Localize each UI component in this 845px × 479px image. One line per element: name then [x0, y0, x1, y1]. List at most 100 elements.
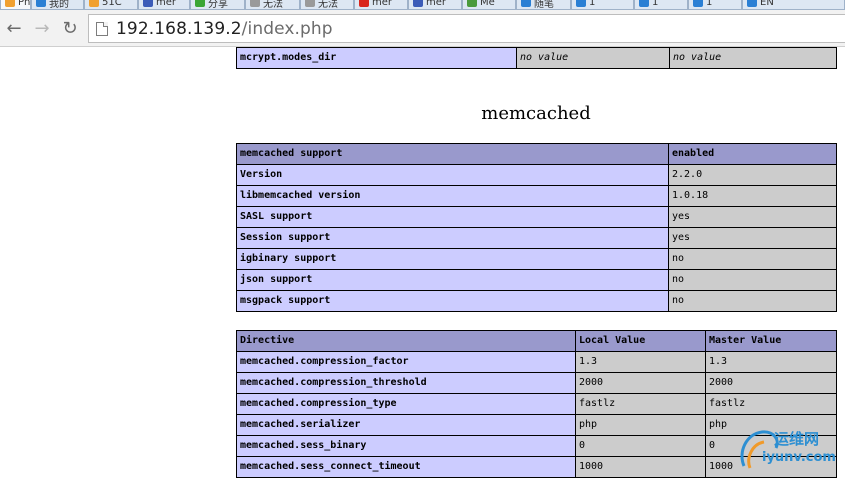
setting-value: no: [668, 269, 837, 291]
tab-label: 无法: [318, 0, 338, 10]
browser-tab[interactable]: EN: [742, 0, 845, 10]
browser-tab[interactable]: 分享: [190, 0, 245, 10]
browser-tab[interactable]: 无法: [245, 0, 300, 10]
tab-label: 随笔: [534, 0, 554, 10]
url-text[interactable]: 192.168.139.2/index.php: [116, 19, 333, 39]
tab-label: mer: [372, 0, 393, 8]
address-bar[interactable]: 192.168.139.2/index.php: [88, 14, 845, 43]
local-value: 0: [575, 435, 706, 457]
browser-tab[interactable]: mer: [354, 0, 408, 10]
page-content: mcrypt.modes_dir no value no value memca…: [0, 47, 845, 478]
tab-favicon-icon: [747, 0, 757, 7]
watermark-logo: 运维网 iyunv.com: [736, 426, 845, 475]
tab-label: 1: [589, 0, 596, 8]
setting-value: yes: [668, 206, 837, 228]
browser-tab[interactable]: mer: [138, 0, 190, 10]
tab-favicon-icon: [639, 0, 649, 7]
tab-favicon-icon: [195, 0, 205, 7]
reload-button[interactable]: ↻: [58, 16, 82, 40]
browser-tab[interactable]: 1: [634, 0, 688, 10]
section-title: memcached: [481, 103, 591, 124]
tab-strip: Ph× 我的 51C mer 分享 无法 无法 mer mer Me 随笔 1 1 1 EN: [0, 0, 845, 10]
memcached-support-table: memcached support enabled Version 2.2.0 libm…: [236, 143, 837, 312]
tab-label: 分享: [208, 0, 228, 10]
forward-arrow-icon: →: [34, 17, 50, 39]
setting-name: Session support: [236, 227, 669, 249]
master-value: 1.3: [705, 351, 837, 373]
tab-label: EN: [760, 0, 774, 8]
table-row: memcached.compression_factor 1.3 1.3: [236, 351, 837, 373]
setting-value: no: [668, 290, 837, 312]
setting-name: json support: [236, 269, 669, 291]
browser-tab[interactable]: mer: [408, 0, 462, 10]
table-row: igbinary support no: [236, 248, 837, 270]
browser-tab[interactable]: 1: [688, 0, 742, 10]
local-value: 1.3: [575, 351, 706, 373]
browser-tab[interactable]: 我的: [31, 0, 84, 10]
column-header: Local Value: [575, 330, 706, 352]
master-value: fastlz: [705, 393, 837, 415]
tab-favicon-icon: [36, 0, 46, 7]
table-row: memcached.compression_threshold 2000 2000: [236, 372, 837, 394]
column-header: enabled: [668, 143, 837, 165]
browser-tab[interactable]: Ph×: [0, 0, 31, 10]
column-header: memcached support: [236, 143, 669, 165]
browser-tab[interactable]: 随笔: [516, 0, 571, 10]
column-header: Directive: [236, 330, 576, 352]
table-row: memcached.compression_type fastlz fastlz: [236, 393, 837, 415]
browser-tab[interactable]: 51C: [84, 0, 138, 10]
mcrypt-table: mcrypt.modes_dir no value no value: [236, 47, 837, 69]
setting-name: msgpack support: [236, 290, 669, 312]
directive-name: memcached.compression_factor: [236, 351, 576, 373]
setting-value: 2.2.0: [668, 164, 837, 186]
tab-favicon-icon: [89, 0, 99, 7]
table-row: Session support yes: [236, 227, 837, 249]
local-value: fastlz: [575, 393, 706, 415]
navigation-bar: ← → ↻ 192.168.139.2/index.php: [0, 10, 845, 47]
url-path: /index.php: [241, 18, 333, 39]
table-header-row: memcached support enabled: [236, 143, 837, 165]
directive-name: memcached.compression_threshold: [236, 372, 576, 394]
tab-favicon-icon: [467, 0, 477, 7]
table-row: libmemcached version 1.0.18: [236, 185, 837, 207]
forward-button[interactable]: →: [30, 16, 54, 40]
local-value: php: [575, 414, 706, 436]
directive-name: memcached.sess_connect_timeout: [236, 456, 576, 478]
setting-value: no: [668, 248, 837, 270]
tab-label: 1: [652, 0, 659, 8]
tab-label: 51C: [102, 0, 122, 8]
tab-label: 我的: [49, 0, 69, 10]
setting-value: yes: [668, 227, 837, 249]
tab-label: 无法: [263, 0, 283, 10]
tab-label: 1: [706, 0, 713, 8]
tab-favicon-icon: [143, 0, 153, 7]
directive-name: mcrypt.modes_dir: [236, 47, 517, 69]
local-value: no value: [516, 47, 670, 69]
browser-tab[interactable]: 无法: [300, 0, 354, 10]
tab-favicon-icon: [413, 0, 423, 7]
table-row: mcrypt.modes_dir no value no value: [236, 47, 837, 69]
watermark-text-en: iyunv.com: [762, 450, 836, 465]
table-header-row: Directive Local Value Master Value: [236, 330, 837, 352]
table-row: json support no: [236, 269, 837, 291]
browser-tab[interactable]: 1: [571, 0, 634, 10]
directive-name: memcached.compression_type: [236, 393, 576, 415]
tab-favicon-icon: [5, 0, 15, 7]
local-value: 1000: [575, 456, 706, 478]
master-value: no value: [669, 47, 837, 69]
setting-value: 1.0.18: [668, 185, 837, 207]
tab-favicon-icon: [250, 0, 260, 7]
back-button[interactable]: ←: [2, 16, 26, 40]
page-icon: [96, 21, 108, 36]
watermark-text-cn: 运维网: [774, 430, 820, 448]
setting-name: SASL support: [236, 206, 669, 228]
tab-favicon-icon: [521, 0, 531, 7]
back-arrow-icon: ←: [6, 17, 22, 39]
tab-label: Ph: [18, 0, 31, 8]
directive-name: memcached.serializer: [236, 414, 576, 436]
table-row: SASL support yes: [236, 206, 837, 228]
table-row: msgpack support no: [236, 290, 837, 312]
browser-tab[interactable]: Me: [462, 0, 516, 10]
tab-label: Me: [480, 0, 495, 8]
url-host: 192.168.139.2: [116, 18, 242, 39]
